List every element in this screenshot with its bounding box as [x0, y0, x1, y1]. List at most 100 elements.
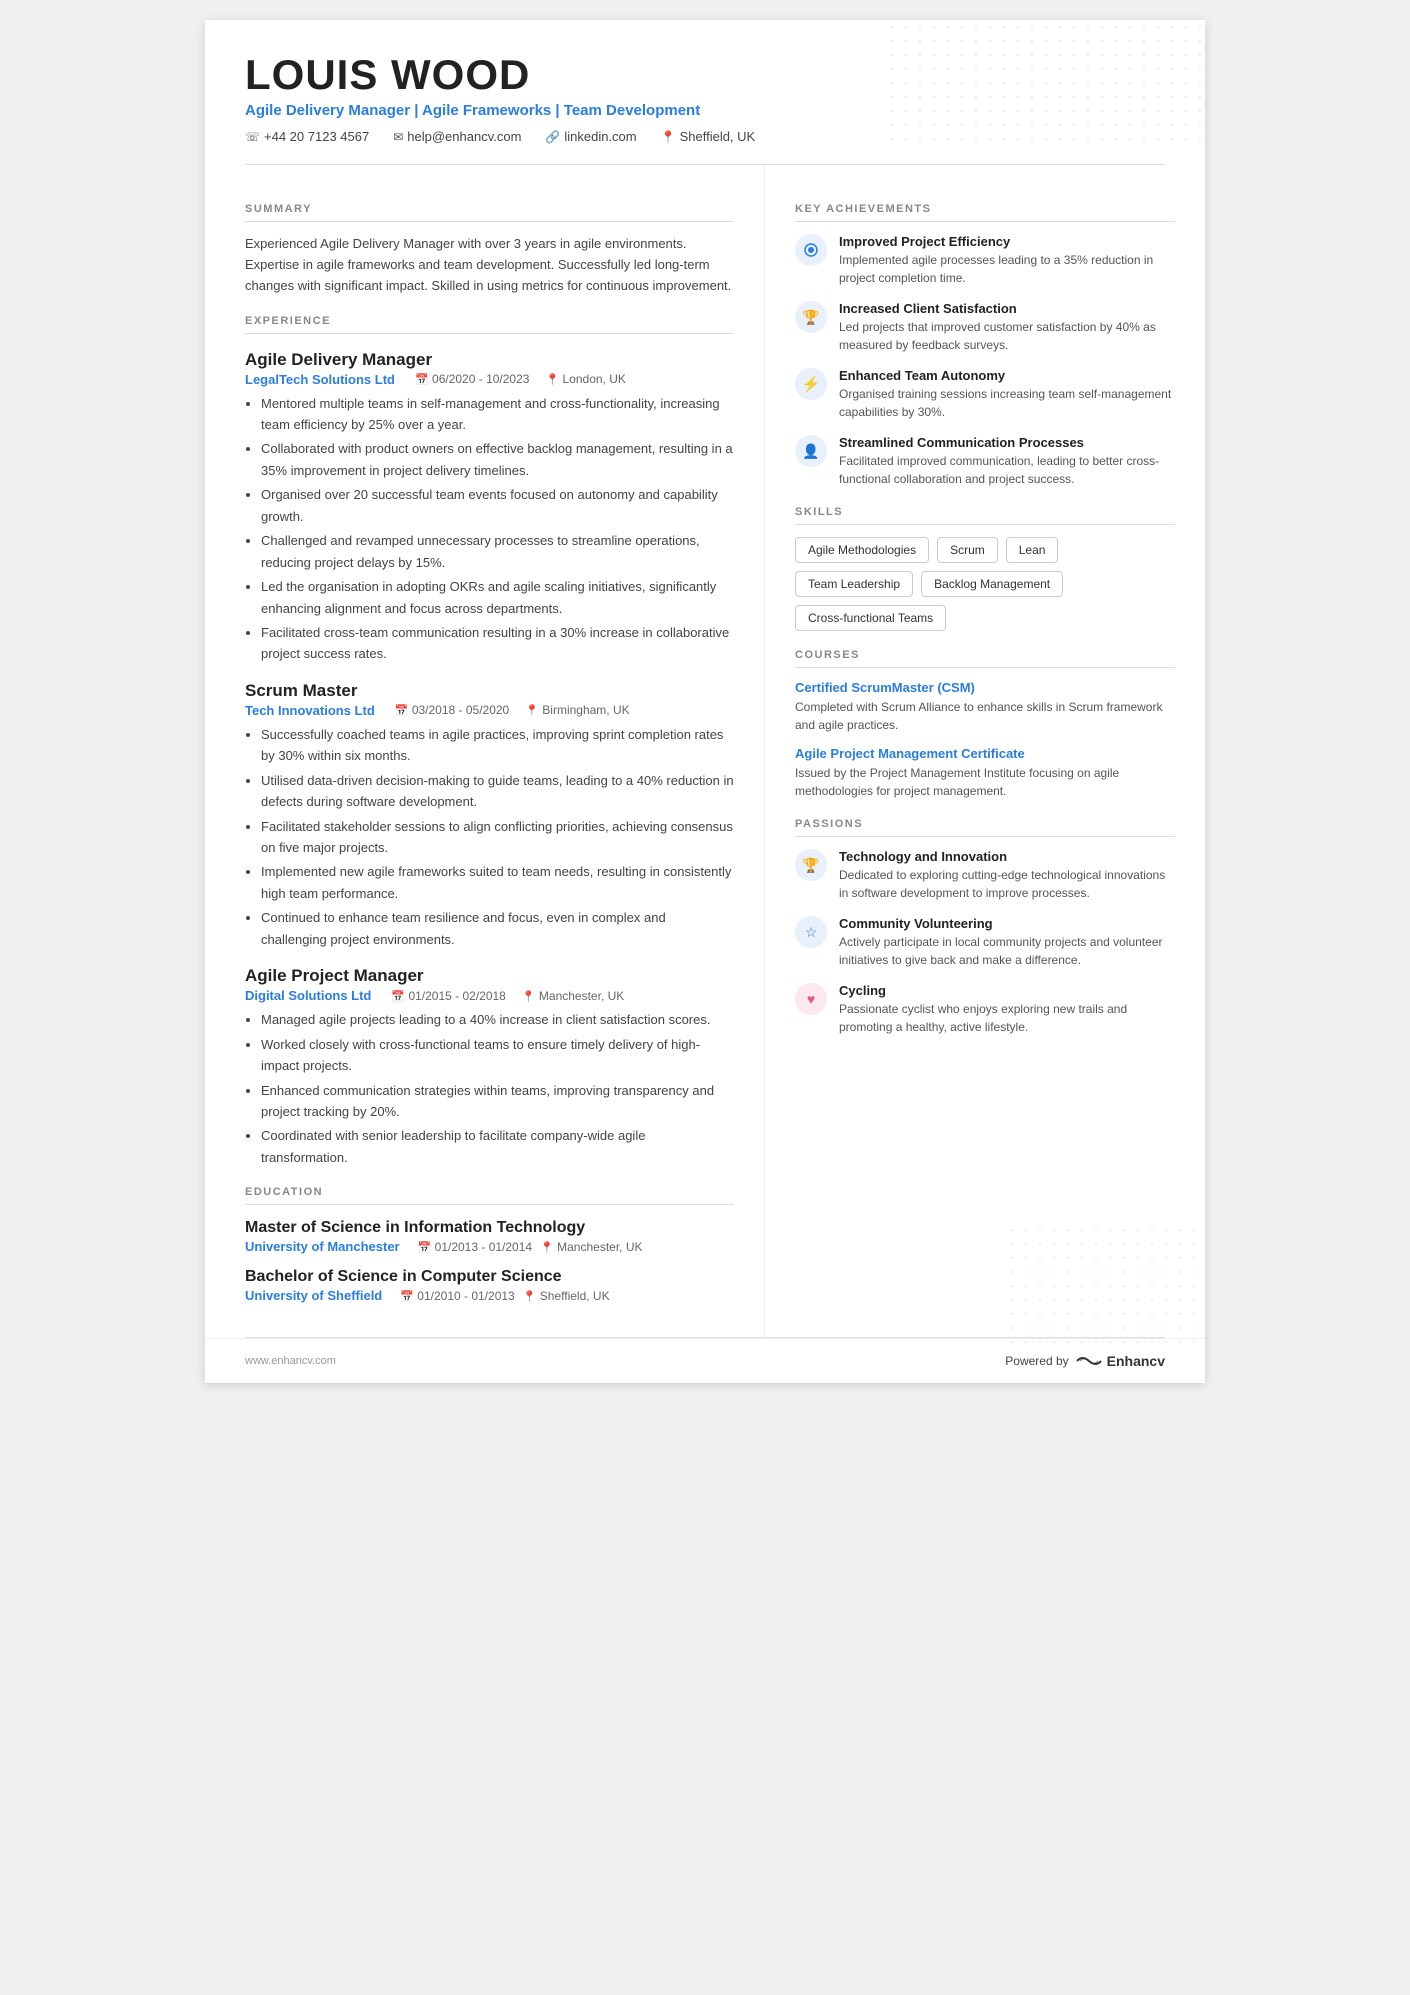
achievement-icon-1: [795, 234, 827, 266]
passion-text-1: Technology and Innovation Dedicated to e…: [839, 849, 1175, 902]
bullet: Coordinated with senior leadership to fa…: [261, 1125, 734, 1168]
achievement-text-3: Enhanced Team Autonomy Organised trainin…: [839, 368, 1175, 421]
passion-text-3: Cycling Passionate cyclist who enjoys ex…: [839, 983, 1175, 1036]
achievement-text-4: Streamlined Communication Processes Faci…: [839, 435, 1175, 488]
link-icon: 🔗: [545, 130, 560, 144]
location-contact: 📍 Sheffield, UK: [661, 129, 756, 144]
achievement-icon-3: ⚡: [795, 368, 827, 400]
email-icon: ✉: [393, 130, 403, 144]
passion-desc-3: Passionate cyclist who enjoys exploring …: [839, 1000, 1175, 1036]
passion-item-1: 🏆 Technology and Innovation Dedicated to…: [795, 849, 1175, 902]
skill-tag-5: Cross-functional Teams: [795, 605, 946, 631]
phone-contact: ☏ +44 20 7123 4567: [245, 129, 369, 144]
achievement-title-4: Streamlined Communication Processes: [839, 435, 1175, 450]
course-desc-2: Issued by the Project Management Institu…: [795, 764, 1175, 800]
trophy-passion-icon: 🏆: [802, 857, 819, 874]
achievement-title-1: Improved Project Efficiency: [839, 234, 1175, 249]
job-bullets-2: Successfully coached teams in agile prac…: [245, 724, 734, 950]
bullet: Implemented new agile frameworks suited …: [261, 861, 734, 904]
job-location-1: 📍 London, UK: [545, 372, 625, 386]
job-item-2: Scrum Master Tech Innovations Ltd 📅 03/2…: [245, 681, 734, 950]
passions-section-title: PASSIONS: [795, 818, 1175, 837]
skill-tag-4: Backlog Management: [921, 571, 1063, 597]
edu-degree-2: Bachelor of Science in Computer Science: [245, 1268, 734, 1286]
skill-tag-2: Lean: [1006, 537, 1059, 563]
edu-degree-1: Master of Science in Information Technol…: [245, 1219, 734, 1237]
job-title-2: Scrum Master: [245, 681, 734, 701]
achievement-text-1: Improved Project Efficiency Implemented …: [839, 234, 1175, 287]
course-title-2: Agile Project Management Certificate: [795, 746, 1175, 761]
achievement-icon-4: 👤: [795, 435, 827, 467]
right-column: KEY ACHIEVEMENTS Improved Project Effici…: [765, 165, 1205, 1337]
linkedin-value: linkedin.com: [564, 129, 636, 144]
edu-meta-1: 📅 01/2013 - 01/2014 📍 Manchester, UK: [418, 1240, 643, 1254]
bullet: Worked closely with cross-functional tea…: [261, 1034, 734, 1077]
achievement-title-2: Increased Client Satisfaction: [839, 301, 1175, 316]
job-dates-1: 📅 06/2020 - 10/2023: [415, 372, 529, 386]
passion-icon-2: ☆: [795, 916, 827, 948]
edu-location-1: 📍 Manchester, UK: [540, 1240, 642, 1254]
job-meta-2: 📅 03/2018 - 05/2020 📍 Birmingham, UK: [395, 703, 630, 717]
edu-school-1: University of Manchester: [245, 1239, 400, 1254]
achievement-item-4: 👤 Streamlined Communication Processes Fa…: [795, 435, 1175, 488]
person-icon: 👤: [802, 443, 819, 460]
location-icon: 📍: [661, 130, 676, 144]
bullet: Collaborated with product owners on effe…: [261, 438, 734, 481]
email-value: help@enhancv.com: [407, 129, 521, 144]
achievement-item-1: Improved Project Efficiency Implemented …: [795, 234, 1175, 287]
achievement-desc-2: Led projects that improved customer sati…: [839, 318, 1175, 354]
location-value: Sheffield, UK: [680, 129, 756, 144]
passion-icon-3: ♥: [795, 983, 827, 1015]
bullet: Facilitated cross-team communication res…: [261, 622, 734, 665]
courses-section-title: COURSES: [795, 649, 1175, 668]
contact-bar: ☏ +44 20 7123 4567 ✉ help@enhancv.com 🔗 …: [245, 129, 1165, 144]
passion-desc-2: Actively participate in local community …: [839, 933, 1175, 969]
course-desc-1: Completed with Scrum Alliance to enhance…: [795, 698, 1175, 734]
summary-section-title: SUMMARY: [245, 203, 734, 222]
course-item-2: Agile Project Management Certificate Iss…: [795, 746, 1175, 800]
job-company-1: LegalTech Solutions Ltd: [245, 372, 395, 387]
phone-icon: ☏: [245, 130, 260, 144]
course-title-1: Certified ScrumMaster (CSM): [795, 680, 1175, 695]
achievement-desc-1: Implemented agile processes leading to a…: [839, 251, 1175, 287]
bullet: Organised over 20 successful team events…: [261, 484, 734, 527]
bullet: Led the organisation in adopting OKRs an…: [261, 576, 734, 619]
powered-by-label: Powered by: [1005, 1354, 1068, 1368]
job-bullets-1: Mentored multiple teams in self-manageme…: [245, 393, 734, 665]
skill-tag-3: Team Leadership: [795, 571, 913, 597]
edu-dates-1: 📅 01/2013 - 01/2014: [418, 1240, 532, 1254]
job-dates-2: 📅 03/2018 - 05/2020: [395, 703, 509, 717]
footer-website: www.enhancv.com: [245, 1355, 336, 1367]
job-company-2: Tech Innovations Ltd: [245, 703, 375, 718]
job-item-1: Agile Delivery Manager LegalTech Solutio…: [245, 350, 734, 665]
footer-brand: Powered by Enhancv: [1005, 1353, 1165, 1369]
bullet: Successfully coached teams in agile prac…: [261, 724, 734, 767]
achievements-section-title: KEY ACHIEVEMENTS: [795, 203, 1175, 222]
phone-value: +44 20 7123 4567: [264, 129, 369, 144]
skills-section-title: SKILLS: [795, 506, 1175, 525]
linkedin-contact: 🔗 linkedin.com: [545, 129, 636, 144]
bullet: Managed agile projects leading to a 40% …: [261, 1009, 734, 1030]
left-column: SUMMARY Experienced Agile Delivery Manag…: [205, 165, 765, 1337]
email-contact: ✉ help@enhancv.com: [393, 129, 521, 144]
edu-meta-2: 📅 01/2010 - 01/2013 📍 Sheffield, UK: [400, 1289, 609, 1303]
bullet: Enhanced communication strategies within…: [261, 1080, 734, 1123]
summary-text: Experienced Agile Delivery Manager with …: [245, 234, 734, 296]
passion-text-2: Community Volunteering Actively particip…: [839, 916, 1175, 969]
job-dates-3: 📅 01/2015 - 02/2018: [391, 989, 505, 1003]
subtitle: Agile Delivery Manager | Agile Framework…: [245, 102, 1165, 119]
bullet: Mentored multiple teams in self-manageme…: [261, 393, 734, 436]
skill-tag-0: Agile Methodologies: [795, 537, 929, 563]
edu-location-2: 📍 Sheffield, UK: [523, 1289, 610, 1303]
enhancv-logo: Enhancv: [1075, 1353, 1165, 1369]
passion-item-3: ♥ Cycling Passionate cyclist who enjoys …: [795, 983, 1175, 1036]
achievement-desc-4: Facilitated improved communication, lead…: [839, 452, 1175, 488]
passion-title-2: Community Volunteering: [839, 916, 1175, 931]
passion-icon-1: 🏆: [795, 849, 827, 881]
brand-name: Enhancv: [1107, 1353, 1165, 1369]
job-location-2: 📍 Birmingham, UK: [525, 703, 629, 717]
bolt-icon: ⚡: [802, 375, 821, 393]
passion-title-1: Technology and Innovation: [839, 849, 1175, 864]
footer: www.enhancv.com Powered by Enhancv: [205, 1338, 1205, 1383]
skills-grid: Agile Methodologies Scrum Lean Team Lead…: [795, 537, 1175, 631]
